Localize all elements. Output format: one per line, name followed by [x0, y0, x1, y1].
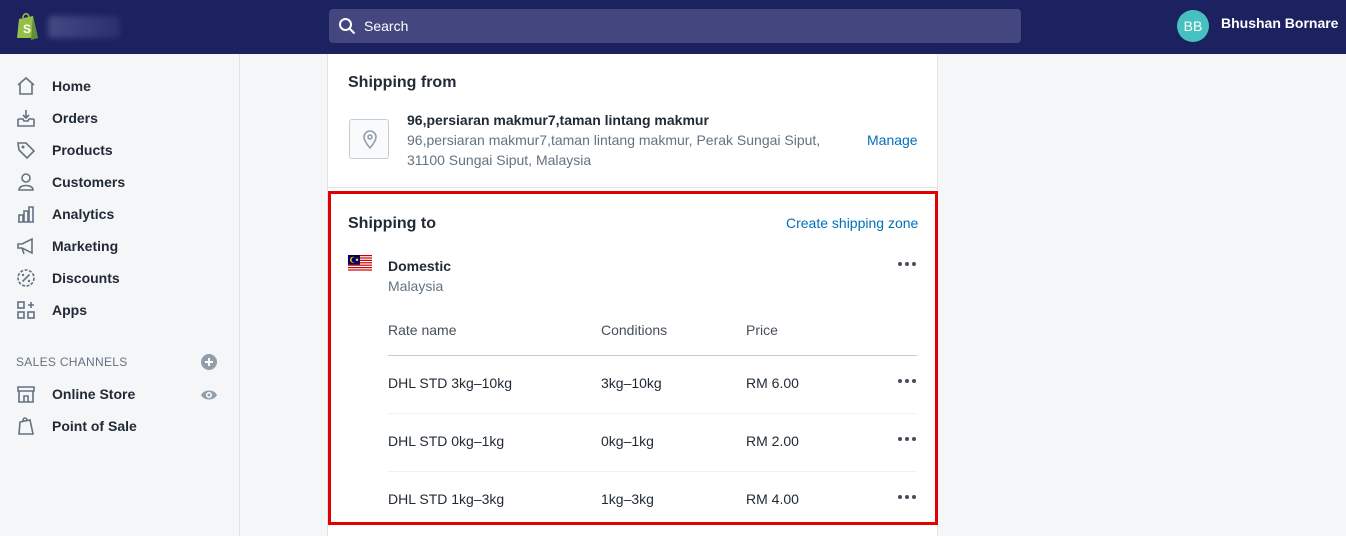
sales-channels-heading: SALES CHANNELS: [16, 355, 128, 369]
highlight-box: [328, 191, 938, 525]
shipping-from-title: Shipping from: [348, 74, 457, 91]
store-icon: [17, 386, 35, 403]
person-icon: [18, 173, 34, 191]
search-bar[interactable]: Search: [329, 9, 1021, 43]
location-thumbnail: [349, 119, 389, 159]
sidebar-item-label: Products: [52, 142, 113, 158]
sidebar-item-label: Point of Sale: [52, 418, 137, 434]
tag-icon: [17, 142, 36, 160]
sidebar-item-apps[interactable]: Apps: [0, 294, 240, 326]
store-name-blurred[interactable]: [48, 16, 120, 38]
sidebar-item-label: Online Store: [52, 386, 136, 402]
discount-icon: [17, 269, 35, 287]
location-pin-icon: [363, 130, 377, 149]
sidebar-item-label: Marketing: [52, 238, 119, 254]
sidebar: Home Orders Products Customers Analytics…: [0, 54, 240, 536]
avatar[interactable]: BB: [1177, 10, 1209, 42]
sidebar-item-point-of-sale[interactable]: Point of Sale: [0, 410, 240, 442]
sidebar-item-label: Home: [52, 78, 91, 94]
search-placeholder: Search: [364, 18, 409, 34]
sidebar-item-label: Customers: [52, 174, 126, 190]
sidebar-item-label: Apps: [52, 302, 87, 318]
manage-link[interactable]: Manage: [867, 132, 918, 148]
address-line-2: 31100 Sungai Siput, Malaysia: [407, 152, 592, 168]
svg-text:S: S: [23, 22, 31, 36]
add-sales-channel-icon[interactable]: [200, 353, 218, 371]
sidebar-item-marketing[interactable]: Marketing: [0, 230, 240, 262]
bar-chart-icon: [18, 206, 34, 223]
sidebar-item-label: Analytics: [52, 206, 115, 222]
sidebar-item-orders[interactable]: Orders: [0, 102, 240, 134]
shopify-logo-icon[interactable]: S: [14, 11, 42, 41]
sidebar-item-discounts[interactable]: Discounts: [0, 262, 240, 294]
sidebar-item-label: Orders: [52, 110, 98, 126]
search-icon: [339, 18, 356, 35]
apps-icon: [17, 301, 35, 319]
sidebar-item-customers[interactable]: Customers: [0, 166, 240, 198]
sidebar-item-analytics[interactable]: Analytics: [0, 198, 240, 230]
section-divider: [328, 187, 937, 188]
shopping-bag-icon: [18, 417, 34, 435]
location-name: 96,persiaran makmur7,taman lintang makmu…: [407, 112, 709, 128]
top-bar: S Search BB Bhushan Bornare: [0, 0, 1346, 54]
orders-icon: [17, 110, 35, 127]
home-icon: [17, 76, 35, 95]
address-line-1: 96,persiaran makmur7,taman lintang makmu…: [407, 132, 821, 148]
sidebar-item-products[interactable]: Products: [0, 134, 240, 166]
user-name[interactable]: Bhushan Bornare: [1221, 15, 1338, 31]
megaphone-icon: [17, 237, 33, 255]
eye-icon[interactable]: [200, 386, 218, 404]
sidebar-item-label: Discounts: [52, 270, 120, 286]
sidebar-item-home[interactable]: Home: [0, 70, 240, 102]
